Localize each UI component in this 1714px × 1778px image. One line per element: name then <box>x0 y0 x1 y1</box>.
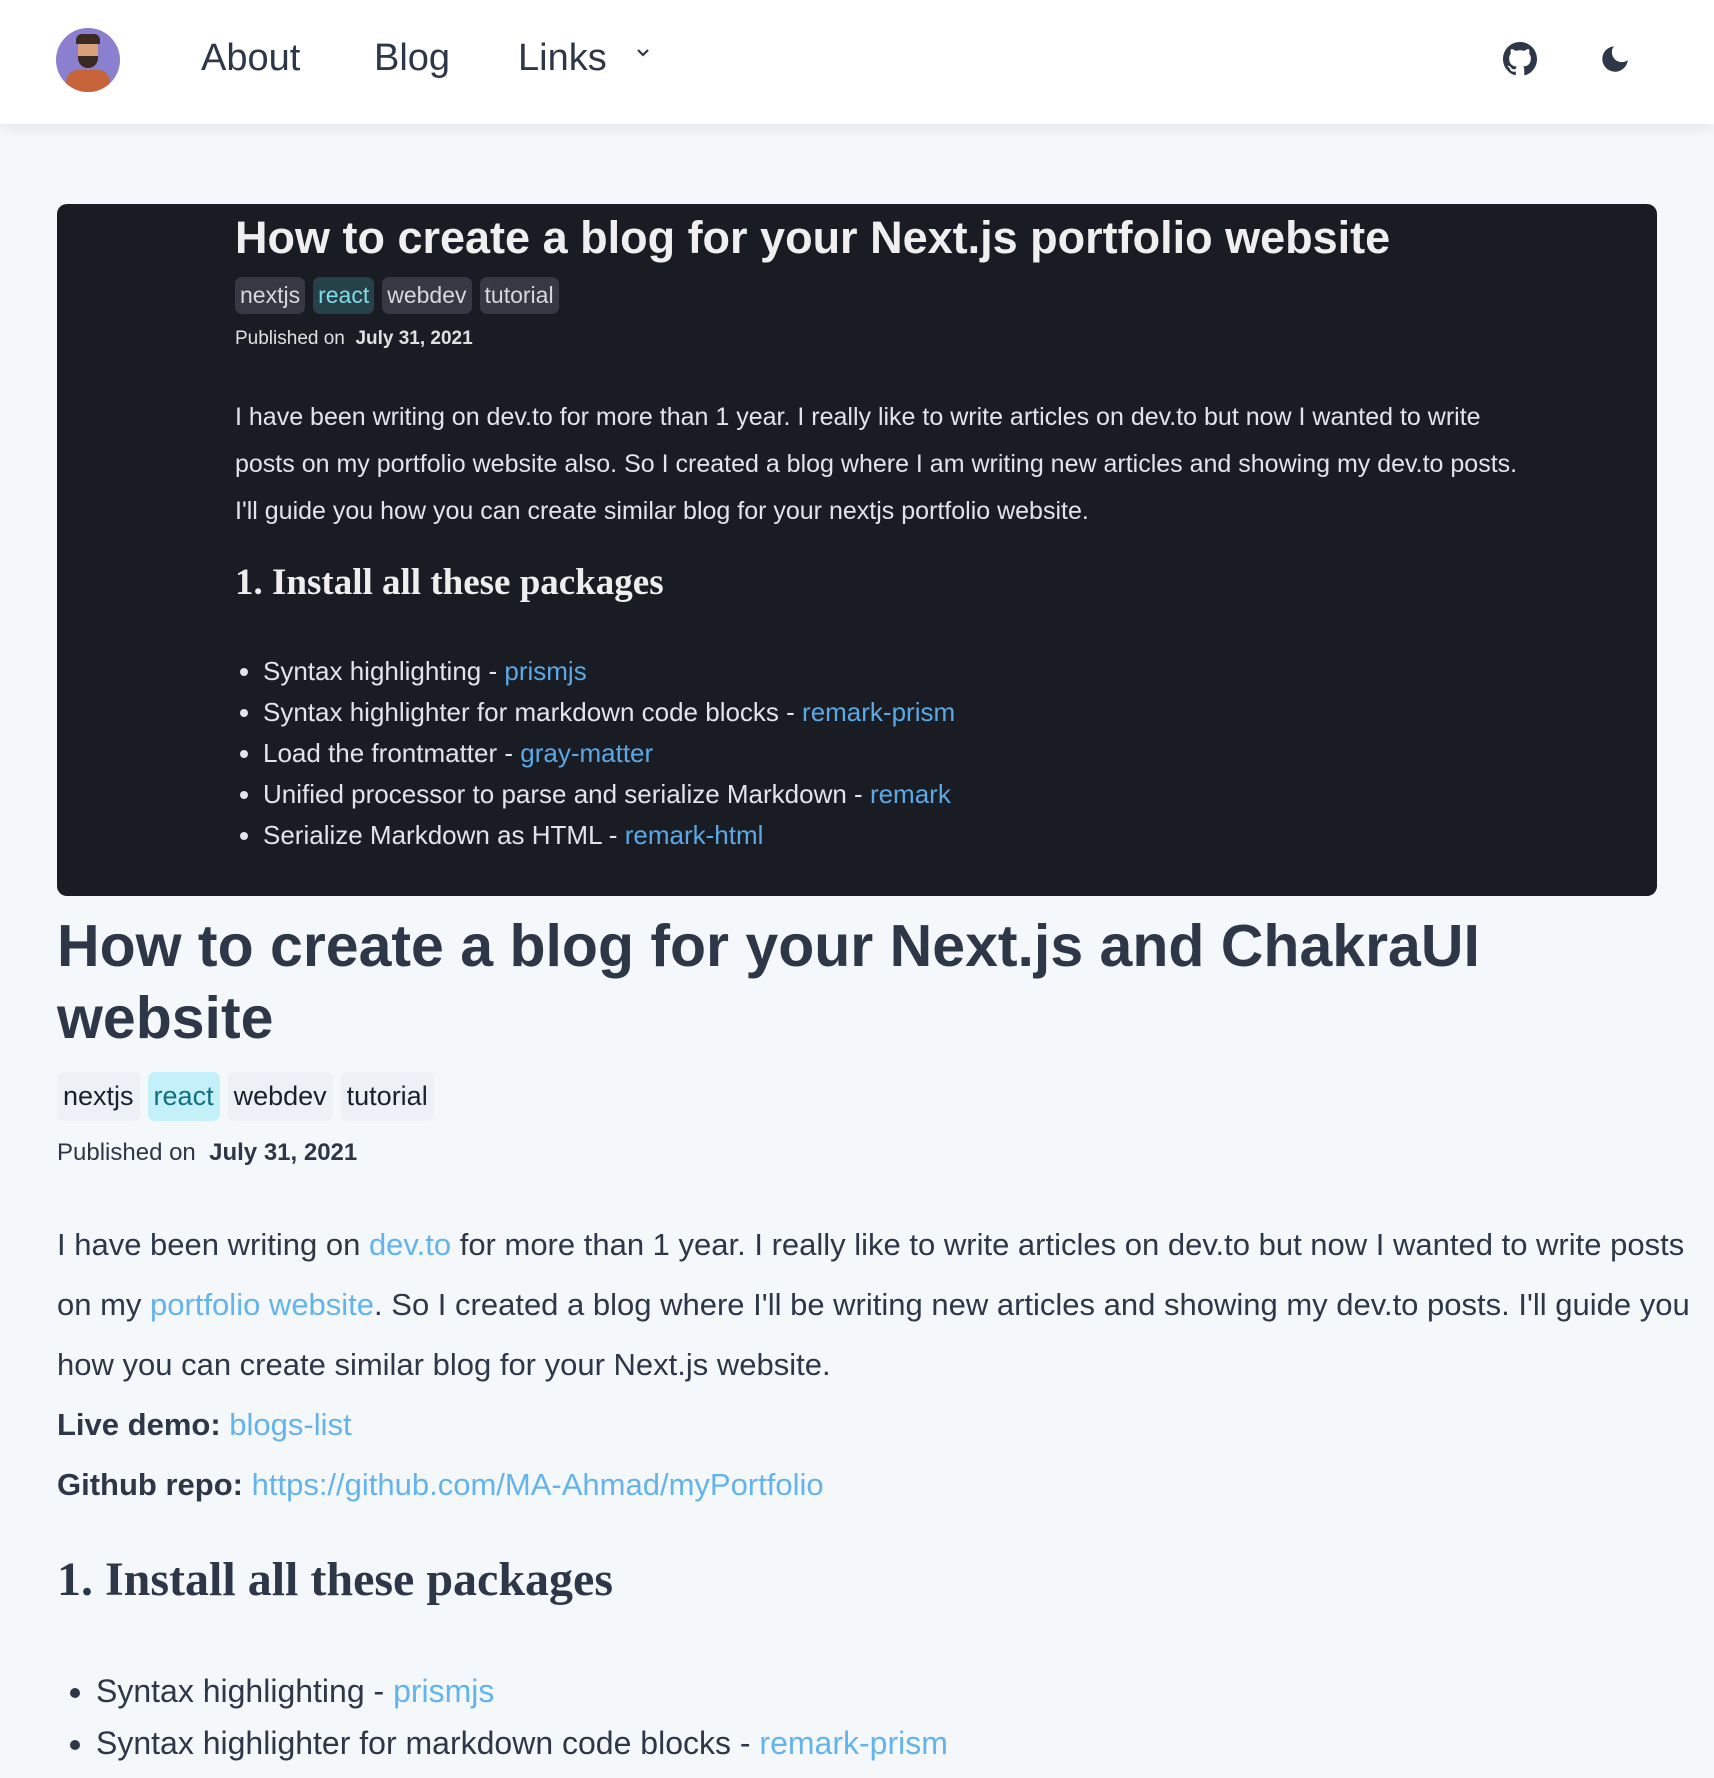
nav-about[interactable]: About <box>201 37 300 80</box>
moon-icon[interactable] <box>1598 42 1632 76</box>
chevron-down-icon[interactable] <box>636 46 650 60</box>
hero-paragraph: I have been writing on dev.to for more t… <box>235 403 1518 525</box>
hero-preview-image: How to create a blog for your Next.js po… <box>57 204 1657 896</box>
published-date: July 31, 2021 <box>355 328 473 349</box>
package-link: gray-matter <box>520 738 654 768</box>
package-link[interactable]: remark-prism <box>759 1725 947 1761</box>
tag-webdev[interactable]: webdev <box>227 1072 333 1121</box>
tag: webdev <box>382 277 472 314</box>
tag-nextjs[interactable]: nextjs <box>57 1072 140 1121</box>
tag-tutorial[interactable]: tutorial <box>340 1072 434 1121</box>
repo-label: Github repo: <box>57 1467 243 1502</box>
package-link: remark-html <box>624 820 764 850</box>
article-intro: I have been writing on dev.to for more t… <box>57 1227 1690 1502</box>
tag: tutorial <box>479 277 559 314</box>
package-link: remark-prism <box>802 697 956 727</box>
published-date: July 31, 2021 <box>209 1139 358 1166</box>
portfolio-link[interactable]: portfolio website <box>150 1287 374 1322</box>
github-icon[interactable] <box>1503 42 1537 76</box>
nav-links[interactable]: Links <box>518 37 607 80</box>
demo-label: Live demo: <box>57 1407 221 1442</box>
hero-heading: 1. Install all these packages <box>235 562 664 603</box>
package-link: remark <box>869 779 951 809</box>
list-item: Load the frontmatter - gray-matter <box>263 733 955 774</box>
article-published: Published on July 31, 2021 <box>57 1139 357 1167</box>
list-item: Syntax highlighting - prismjs <box>96 1665 948 1717</box>
list-item: Syntax highlighter for markdown code blo… <box>96 1717 948 1769</box>
hero-tags: nextjs react webdev tutorial <box>235 277 559 314</box>
tag: nextjs <box>235 277 306 314</box>
tag-react[interactable]: react <box>147 1072 220 1121</box>
navbar: About Blog Links <box>0 0 1714 124</box>
hero-title: How to create a blog for your Next.js po… <box>235 212 1391 263</box>
package-list: Syntax highlighting - prismjs Syntax hig… <box>96 1665 948 1769</box>
published-label: Published on <box>235 328 345 349</box>
nav-blog[interactable]: Blog <box>374 37 450 80</box>
article-tags: nextjs react webdev tutorial <box>57 1072 434 1121</box>
repo-link[interactable]: https://github.com/MA-Ahmad/myPortfolio <box>252 1467 824 1502</box>
hero-published: Published on July 31, 2021 <box>235 328 473 350</box>
published-label: Published on <box>57 1139 196 1166</box>
tag: react <box>313 277 375 314</box>
package-link[interactable]: prismjs <box>393 1673 494 1709</box>
list-item: Serialize Markdown as HTML - remark-html <box>263 815 955 856</box>
list-item: Syntax highlighter for markdown code blo… <box>263 692 955 733</box>
section-heading: 1. Install all these packages <box>57 1553 614 1606</box>
hero-list: Syntax highlighting - prismjs Syntax hig… <box>263 651 955 856</box>
list-item: Syntax highlighting - prismjs <box>263 651 955 692</box>
avatar[interactable] <box>56 28 120 92</box>
package-link: prismjs <box>504 656 587 686</box>
devto-link[interactable]: dev.to <box>369 1227 451 1262</box>
article-title: How to create a blog for your Next.js an… <box>57 913 1480 1051</box>
demo-link[interactable]: blogs-list <box>229 1407 351 1442</box>
list-item: Unified processor to parse and serialize… <box>263 774 955 815</box>
